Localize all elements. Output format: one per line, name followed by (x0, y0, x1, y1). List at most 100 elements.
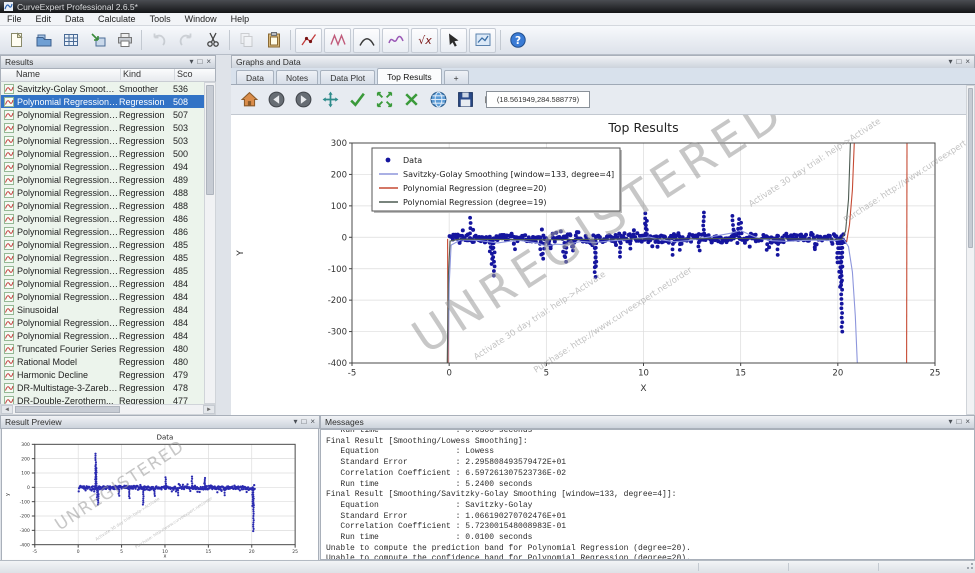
result-model-icon (4, 227, 14, 237)
open-file-button[interactable] (30, 28, 57, 53)
results-horizontal-scrollbar[interactable]: ◄ ► (0, 404, 216, 415)
result-row[interactable]: DR-Multistage-3-Zareba...Regression478 (1, 381, 204, 394)
result-score: 484 (173, 318, 199, 328)
panel-close-button[interactable]: × (965, 58, 970, 66)
result-row[interactable]: Polynomial Regression (...Regression489 (1, 173, 204, 186)
nav-expand-button[interactable] (372, 88, 397, 112)
panel-float-button[interactable]: ▾ (948, 58, 952, 66)
tab-notes[interactable]: Notes (276, 70, 318, 84)
column-score[interactable]: Sco (177, 69, 193, 79)
panel-float-button[interactable]: ▾ (293, 418, 297, 426)
plot-scatter-button[interactable] (295, 28, 322, 53)
result-row[interactable]: SinusoidalRegression484 (1, 303, 204, 316)
result-row[interactable]: Polynomial Regression (...Regression508 (1, 95, 204, 108)
nav-close-x-button[interactable] (399, 88, 424, 112)
column-kind[interactable]: Kind (123, 69, 141, 79)
result-score: 478 (173, 383, 199, 393)
nav-web-button[interactable] (426, 88, 451, 112)
menu-item-tools[interactable]: Tools (143, 14, 178, 24)
result-row[interactable]: Polynomial Regression (...Regression486 (1, 212, 204, 225)
panel-float-button[interactable]: ▾ (189, 58, 193, 66)
plot-zigzag-button[interactable] (324, 28, 351, 53)
scrollbar-thumb[interactable] (15, 406, 120, 413)
nav-forward-button[interactable] (291, 88, 316, 112)
new-file-button[interactable] (3, 28, 30, 53)
result-row[interactable]: Polynomial Regression (...Regression484 (1, 277, 204, 290)
tab-data[interactable]: Data (236, 70, 274, 84)
tab-top-results[interactable]: Top Results (377, 68, 441, 84)
panel-close-button[interactable]: × (965, 418, 970, 426)
result-row[interactable]: Polynomial Regression (...Regression485 (1, 238, 204, 251)
graphs-vertical-scrollbar[interactable] (966, 85, 975, 415)
paste-button[interactable] (260, 28, 287, 53)
cut-button[interactable] (199, 28, 226, 53)
column-name[interactable]: Name (16, 69, 40, 79)
plot-spline-button[interactable] (382, 28, 409, 53)
pointer-arrow-button[interactable] (440, 28, 467, 53)
result-row[interactable]: Harmonic DeclineRegression479 (1, 368, 204, 381)
nav-home-button[interactable] (237, 88, 262, 112)
result-row[interactable]: Polynomial Regression (...Regression503 (1, 134, 204, 147)
tab-data-plot[interactable]: Data Plot (320, 70, 375, 84)
result-row[interactable]: Polynomial Regression (...Regression507 (1, 108, 204, 121)
result-row[interactable]: Polynomial Regression (...Regression500 (1, 147, 204, 160)
data-grid-button[interactable] (57, 28, 84, 53)
copy-button[interactable] (233, 28, 260, 53)
panel-close-button[interactable]: × (310, 418, 315, 426)
result-row[interactable]: Polynomial Regression (...Regression485 (1, 251, 204, 264)
plot-curve-button[interactable] (353, 28, 380, 53)
menu-item-data[interactable]: Data (58, 14, 91, 24)
help-button[interactable]: ? (504, 28, 531, 53)
menu-item-help[interactable]: Help (224, 14, 257, 24)
scrollbar-thumb[interactable] (968, 88, 973, 248)
cursor-coordinates-box[interactable]: (18.561949,284.588779) (486, 91, 590, 108)
panel-maximize-button[interactable]: □ (301, 418, 306, 426)
svg-text:-5: -5 (33, 549, 38, 555)
result-row[interactable]: Polynomial Regression (...Regression486 (1, 225, 204, 238)
result-row[interactable]: Polynomial Regression (...Regression484 (1, 316, 204, 329)
scroll-left-arrow[interactable]: ◄ (1, 405, 13, 414)
nav-save-button[interactable] (453, 88, 478, 112)
menu-item-file[interactable]: File (0, 14, 29, 24)
nav-zoom-check-button[interactable] (345, 88, 370, 112)
print-button[interactable] (111, 28, 138, 53)
redo-button[interactable] (172, 28, 199, 53)
result-row[interactable]: Savitzky-Golay Smoothin...Smoother536 (1, 82, 204, 95)
nav-back-button[interactable] (264, 88, 289, 112)
result-row[interactable]: DR-Double-Zerotherm...Regression477 (1, 394, 204, 404)
result-row[interactable]: Truncated Fourier SeriesRegression480 (1, 342, 204, 355)
import-data-button[interactable] (84, 28, 111, 53)
result-row[interactable]: Polynomial Regression (...Regression503 (1, 121, 204, 134)
messages-log[interactable]: Run time : 0.0300 seconds Final Result [… (320, 429, 975, 560)
tab-new[interactable]: + (444, 70, 469, 84)
chart-window-button[interactable] (469, 28, 496, 53)
result-row[interactable]: Rational ModelRegression480 (1, 355, 204, 368)
result-row[interactable]: Polynomial Regression (...Regression484 (1, 290, 204, 303)
result-row[interactable]: Polynomial Regression (...Regression488 (1, 186, 204, 199)
top-results-chart[interactable]: -505101520253002001000-100-200-300-400To… (231, 115, 966, 415)
resize-grip[interactable] (965, 563, 973, 571)
panel-maximize-button[interactable]: □ (956, 418, 961, 426)
result-row[interactable]: Polynomial Regression (...Regression484 (1, 329, 204, 342)
menu-item-window[interactable]: Window (178, 14, 224, 24)
results-vertical-scrollbar[interactable] (204, 82, 216, 404)
panel-maximize-button[interactable]: □ (956, 58, 961, 66)
result-kind: Regression (119, 292, 173, 302)
main-toolbar: √x? (0, 26, 975, 55)
scroll-right-arrow[interactable]: ► (203, 405, 215, 414)
result-row[interactable]: Polynomial Regression (...Regression494 (1, 160, 204, 173)
result-row[interactable]: Polynomial Regression (...Regression488 (1, 199, 204, 212)
menu-item-calculate[interactable]: Calculate (91, 14, 143, 24)
undo-button[interactable] (145, 28, 172, 53)
panel-maximize-button[interactable]: □ (197, 58, 202, 66)
preview-panel-title: Result Preview (5, 417, 62, 427)
menu-item-edit[interactable]: Edit (29, 14, 59, 24)
result-row[interactable]: Polynomial Regression (...Regression485 (1, 264, 204, 277)
panel-splitter[interactable] (216, 55, 231, 415)
nav-pan-button[interactable] (318, 88, 343, 112)
scrollbar-thumb[interactable] (206, 85, 214, 195)
panel-close-button[interactable]: × (206, 58, 211, 66)
sqrt-x-button[interactable]: √x (411, 28, 438, 53)
panel-float-button[interactable]: ▾ (948, 418, 952, 426)
result-name: Polynomial Regression (... (17, 162, 119, 172)
